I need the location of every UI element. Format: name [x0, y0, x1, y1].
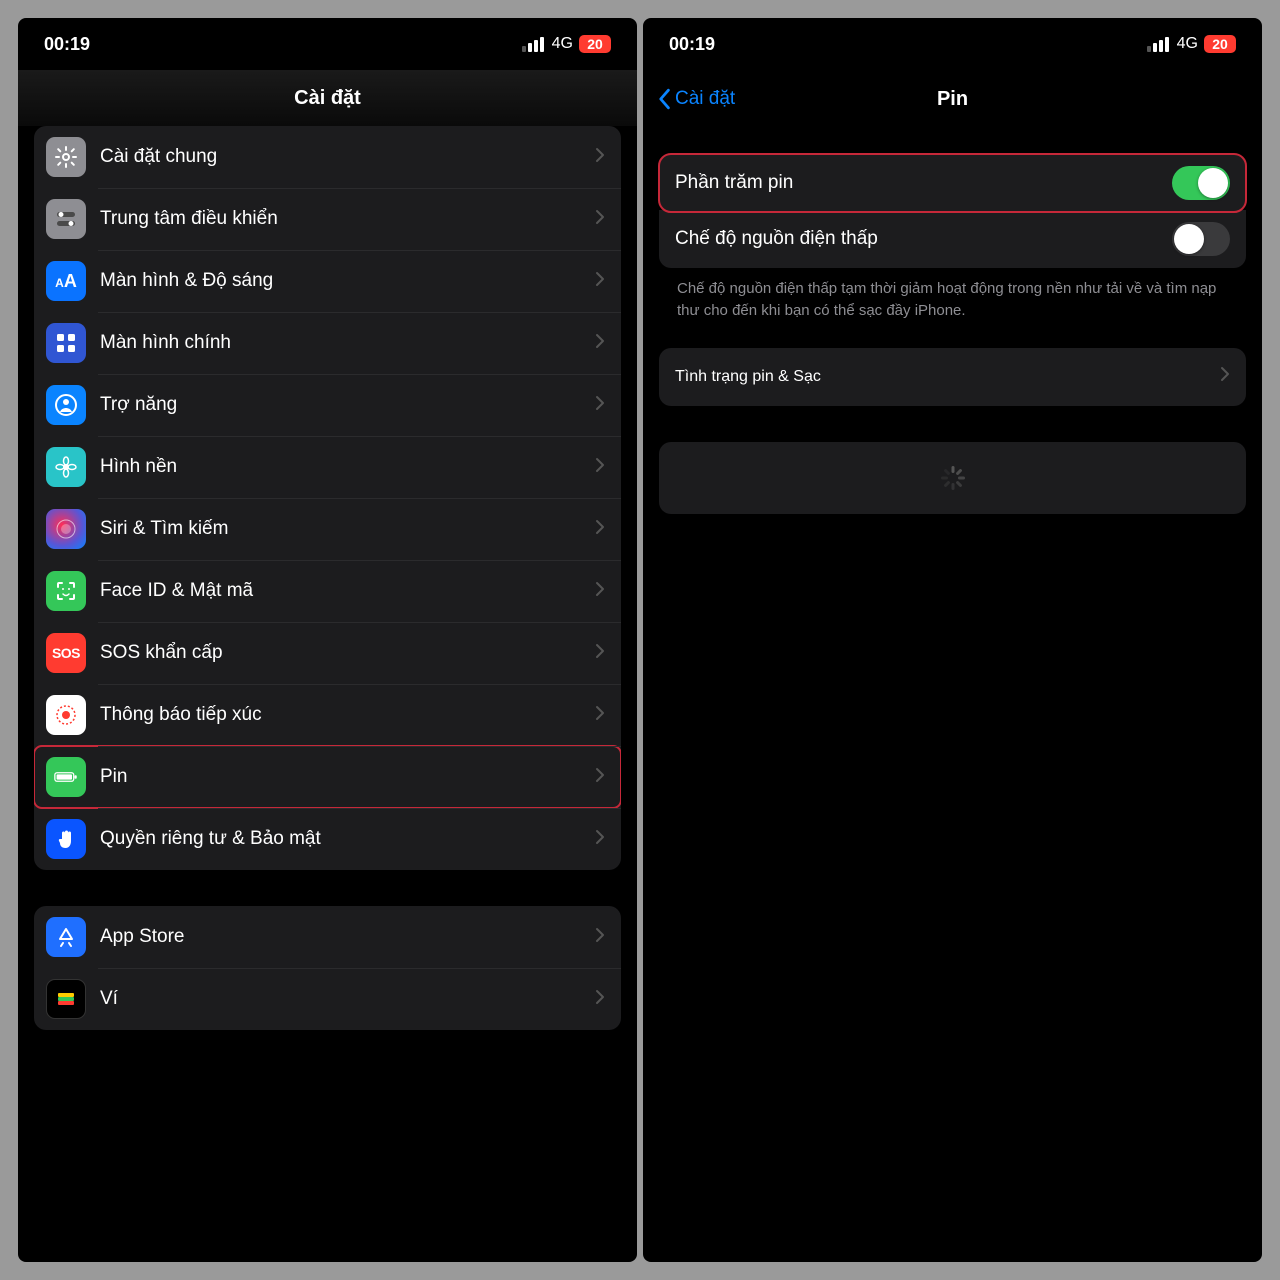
battery-settings: Phần trăm pin Chế độ nguồn điện thấp Chế…	[643, 128, 1262, 514]
battery-badge: 20	[1204, 35, 1236, 53]
settings-group: App Store Ví	[34, 906, 621, 1030]
row-label: Thông báo tiếp xúc	[100, 704, 595, 726]
settings-row-display[interactable]: AA Màn hình & Độ sáng	[34, 250, 621, 312]
settings-row-wallet[interactable]: Ví	[34, 968, 621, 1030]
row-label: Trợ năng	[100, 394, 595, 416]
battery-percent-label: Phần trăm pin	[675, 172, 793, 194]
row-label: Cài đặt chung	[100, 146, 595, 168]
aa-icon: AA	[46, 261, 86, 301]
battery-icon	[46, 757, 86, 797]
chevron-right-icon	[595, 333, 605, 354]
row-label: Siri & Tìm kiếm	[100, 518, 595, 540]
status-right: 4G 20	[1147, 35, 1236, 53]
low-power-row-group: Chế độ nguồn điện thấp	[659, 210, 1246, 268]
chevron-right-icon	[1220, 366, 1230, 387]
gear-icon	[46, 137, 86, 177]
chevron-right-icon	[595, 457, 605, 478]
row-label: Trung tâm điều khiển	[100, 208, 595, 230]
phone-right: 00:19 4G 20 Cài đặt Pin Phần trăm pin Ch…	[643, 18, 1262, 1262]
chevron-left-icon	[657, 88, 671, 110]
chevron-right-icon	[595, 767, 605, 788]
chevron-right-icon	[595, 643, 605, 664]
back-label: Cài đặt	[675, 88, 735, 110]
back-button[interactable]: Cài đặt	[657, 88, 735, 110]
page-title-label: Pin	[937, 88, 968, 111]
battery-badge: 20	[579, 35, 611, 53]
wallet-icon	[46, 979, 86, 1019]
page-title: Cài đặt	[18, 70, 637, 126]
settings-row-access[interactable]: Trợ năng	[34, 374, 621, 436]
status-time: 00:19	[669, 34, 715, 55]
sos-icon: SOS	[46, 633, 86, 673]
spinner-icon	[941, 466, 965, 490]
nav-header: Cài đặt Pin	[643, 70, 1262, 128]
chevron-right-icon	[595, 829, 605, 850]
network-label: 4G	[552, 35, 573, 53]
row-label: Ví	[100, 988, 595, 1010]
battery-percent-toggle[interactable]	[1172, 166, 1230, 200]
battery-health-row[interactable]: Tình trạng pin & Sạc	[659, 348, 1246, 406]
row-label: Màn hình & Độ sáng	[100, 270, 595, 292]
page-title-label: Cài đặt	[294, 87, 361, 110]
settings-row-exposure[interactable]: Thông báo tiếp xúc	[34, 684, 621, 746]
row-label: Pin	[100, 766, 595, 788]
row-label: Face ID & Mật mã	[100, 580, 595, 602]
settings-row-battery[interactable]: Pin	[34, 746, 621, 808]
signal-icon	[1147, 37, 1169, 52]
row-label: SOS khẩn cấp	[100, 642, 595, 664]
appstore-icon	[46, 917, 86, 957]
status-right: 4G 20	[522, 35, 611, 53]
settings-row-faceid[interactable]: Face ID & Mật mã	[34, 560, 621, 622]
loading-row	[659, 442, 1246, 514]
exposure-icon	[46, 695, 86, 735]
low-power-description: Chế độ nguồn điện thấp tạm thời giảm hoạ…	[659, 268, 1246, 348]
chevron-right-icon	[595, 271, 605, 292]
low-power-toggle[interactable]	[1172, 222, 1230, 256]
battery-health-group: Tình trạng pin & Sạc	[659, 348, 1246, 406]
person-icon	[46, 385, 86, 425]
settings-row-siri[interactable]: Siri & Tìm kiếm	[34, 498, 621, 560]
hand-icon	[46, 819, 86, 859]
settings-row-privacy[interactable]: Quyền riêng tư & Bảo mật	[34, 808, 621, 870]
switches-icon	[46, 199, 86, 239]
siri-icon	[46, 509, 86, 549]
phone-left: 00:19 4G 20 Cài đặt Cài đặt chung Trung t…	[18, 18, 637, 1262]
grid-icon	[46, 323, 86, 363]
chevron-right-icon	[595, 705, 605, 726]
loading-group	[659, 442, 1246, 514]
low-power-label: Chế độ nguồn điện thấp	[675, 228, 878, 250]
chevron-right-icon	[595, 519, 605, 540]
settings-list[interactable]: Cài đặt chung Trung tâm điều khiển AA Màn h…	[18, 126, 637, 1262]
chevron-right-icon	[595, 581, 605, 602]
flower-icon	[46, 447, 86, 487]
row-label: Hình nền	[100, 456, 595, 478]
row-label: App Store	[100, 926, 595, 948]
settings-row-control[interactable]: Trung tâm điều khiển	[34, 188, 621, 250]
status-bar: 00:19 4G 20	[643, 18, 1262, 70]
battery-health-label: Tình trạng pin & Sạc	[675, 368, 821, 386]
settings-row-appstore[interactable]: App Store	[34, 906, 621, 968]
signal-icon	[522, 37, 544, 52]
settings-row-home[interactable]: Màn hình chính	[34, 312, 621, 374]
chevron-right-icon	[595, 395, 605, 416]
status-time: 00:19	[44, 34, 90, 55]
row-label: Quyền riêng tư & Bảo mật	[100, 828, 595, 850]
battery-percent-row-group: Phần trăm pin	[659, 154, 1246, 212]
chevron-right-icon	[595, 989, 605, 1010]
settings-row-wallpaper[interactable]: Hình nền	[34, 436, 621, 498]
network-label: 4G	[1177, 35, 1198, 53]
chevron-right-icon	[595, 209, 605, 230]
settings-row-general[interactable]: Cài đặt chung	[34, 126, 621, 188]
low-power-row[interactable]: Chế độ nguồn điện thấp	[659, 210, 1246, 268]
settings-group: Cài đặt chung Trung tâm điều khiển AA Màn h…	[34, 126, 621, 870]
chevron-right-icon	[595, 147, 605, 168]
status-bar: 00:19 4G 20	[18, 18, 637, 70]
row-label: Màn hình chính	[100, 332, 595, 354]
face-icon	[46, 571, 86, 611]
battery-percent-row[interactable]: Phần trăm pin	[659, 154, 1246, 212]
chevron-right-icon	[595, 927, 605, 948]
settings-row-sos[interactable]: SOS SOS khẩn cấp	[34, 622, 621, 684]
